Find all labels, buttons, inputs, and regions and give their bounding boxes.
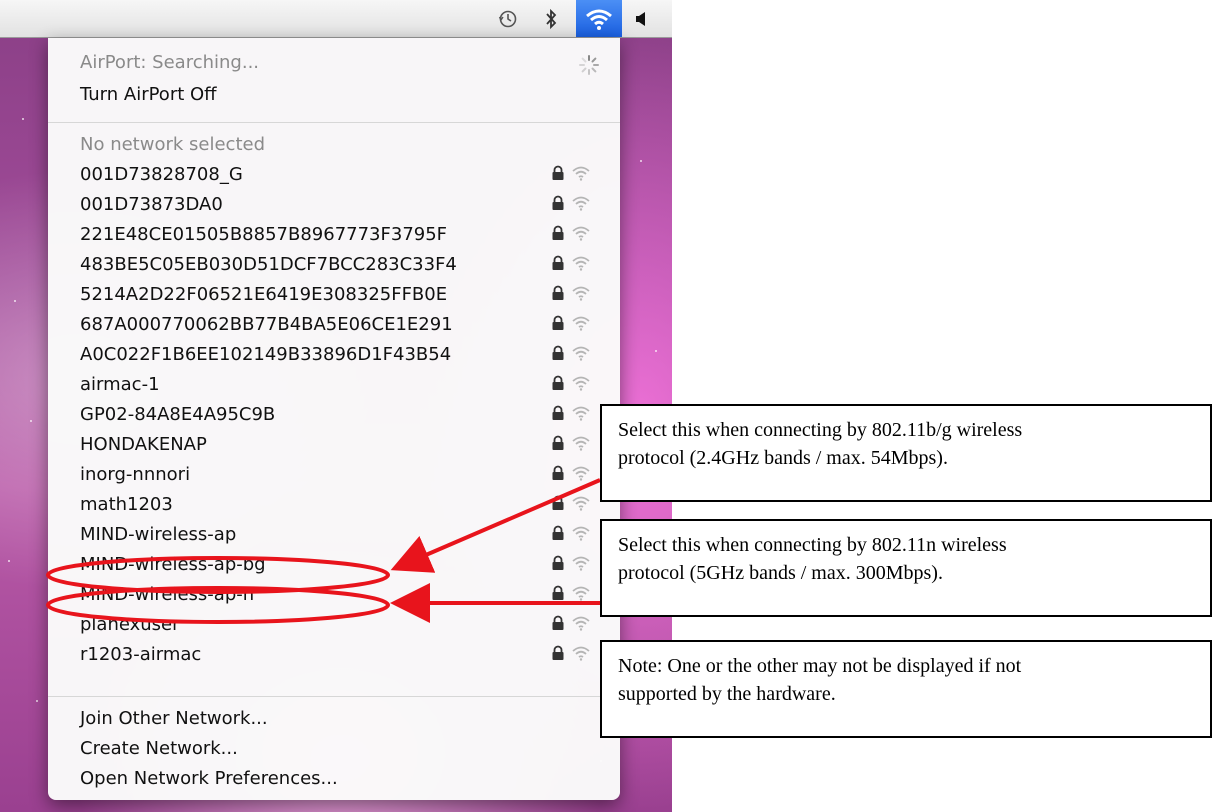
callout-n-line1: Select this when connecting by 802.11n w… (618, 534, 1007, 556)
network-item[interactable]: inorg-nnnori (80, 460, 190, 490)
airport-status: AirPort: Searching... (80, 52, 260, 73)
menu-separator (48, 696, 620, 697)
join-other-network-item[interactable]: Join Other Network... (80, 704, 268, 734)
turn-airport-off-item[interactable]: Turn AirPort Off (80, 80, 217, 110)
wifi-signal-icon (571, 645, 591, 666)
open-network-preferences-item[interactable]: Open Network Preferences... (80, 764, 338, 794)
lock-icon (551, 585, 565, 606)
wifi-signal-icon (571, 525, 591, 546)
lock-icon (551, 435, 565, 456)
create-network-item[interactable]: Create Network... (80, 734, 238, 764)
volume-icon[interactable] (628, 0, 654, 37)
network-item[interactable]: airmac-1 (80, 370, 160, 400)
network-item[interactable]: 687A000770062BB77B4BA5E06CE1E291 (80, 310, 453, 340)
network-item[interactable]: planexuser (80, 610, 180, 640)
lock-icon (551, 645, 565, 666)
network-item-icons-001d73873da0 (551, 190, 611, 220)
menu-bar (0, 0, 672, 38)
lock-icon (551, 285, 565, 306)
network-item[interactable]: 5214A2D22F06521E6419E308325FFB0E (80, 280, 447, 310)
no-network-selected: No network selected (80, 134, 266, 155)
wifi-signal-icon (571, 195, 591, 216)
network-item[interactable]: MIND-wireless-ap-n (80, 580, 254, 610)
bluetooth-icon[interactable] (540, 0, 562, 37)
callout-bg-line2: protocol (2.4GHz bands / max. 54Mbps). (618, 447, 948, 469)
spinner-icon (579, 55, 599, 75)
network-item[interactable]: 001D73828708_G (80, 160, 243, 190)
callout-n-protocol: Select this when connecting by 802.11n w… (600, 519, 1212, 617)
wifi-signal-icon (571, 375, 591, 396)
lock-icon (551, 405, 565, 426)
network-item[interactable]: 483BE5C05EB030D51DCF7BCC283C33F4 (80, 250, 457, 280)
wifi-signal-icon (571, 615, 591, 636)
callout-bg-line1: Select this when connecting by 802.11b/g… (618, 419, 1023, 441)
wifi-signal-icon (571, 225, 591, 246)
network-item[interactable]: 001D73873DA0 (80, 190, 223, 220)
lock-icon (551, 615, 565, 636)
wifi-signal-icon (571, 165, 591, 186)
network-item[interactable]: A0C022F1B6EE102149B33896D1F43B54 (80, 340, 451, 370)
wifi-signal-icon (571, 465, 591, 486)
wifi-signal-icon (571, 315, 591, 336)
wifi-signal-icon (571, 285, 591, 306)
wifi-signal-icon (571, 405, 591, 426)
lock-icon (551, 465, 565, 486)
airport-menu: AirPort: Searching... Turn AirPort Off N… (48, 38, 620, 800)
lock-icon (551, 375, 565, 396)
network-item[interactable]: HONDAKENAP (80, 430, 207, 460)
lock-icon (551, 525, 565, 546)
callout-note-line1: Note: One or the other may not be displa… (618, 655, 1022, 677)
wifi-signal-icon (571, 255, 591, 276)
wifi-signal-icon (571, 435, 591, 456)
wifi-signal-icon (571, 585, 591, 606)
network-item[interactable]: math1203 (80, 490, 173, 520)
network-item[interactable]: MIND-wireless-ap-bg (80, 550, 266, 580)
lock-icon (551, 555, 565, 576)
callout-n-line2: protocol (5GHz bands / max. 300Mbps). (618, 562, 943, 584)
network-item-icons-687a000770062bb77b4ba5e06ce1e291 (551, 310, 611, 340)
callout-note: Note: One or the other may not be displa… (600, 640, 1212, 738)
wifi-icon[interactable] (576, 0, 622, 37)
time-machine-icon[interactable] (494, 0, 522, 37)
lock-icon (551, 225, 565, 246)
callout-note-line2: supported by the hardware. (618, 683, 836, 705)
wifi-signal-icon (571, 345, 591, 366)
wifi-signal-icon (571, 495, 591, 516)
network-item[interactable]: 221E48CE01505B8857B8967773F3795F (80, 220, 447, 250)
network-item-icons-483be5c05eb030d51dcf7bcc283c33f4 (551, 250, 611, 280)
callout-bg-protocol: Select this when connecting by 802.11b/g… (600, 404, 1212, 502)
network-item-icons-airmac-1 (551, 370, 611, 400)
network-item[interactable]: r1203-airmac (80, 640, 201, 670)
menu-separator (48, 122, 620, 123)
lock-icon (551, 195, 565, 216)
lock-icon (551, 315, 565, 336)
network-item-icons-5214a2d22f06521e6419e308325ffb0e (551, 280, 611, 310)
lock-icon (551, 495, 565, 516)
network-item-icons-a0c022f1b6ee102149b33896d1f43b54 (551, 340, 611, 370)
network-item-icons-001d73828708-g (551, 160, 611, 190)
lock-icon (551, 345, 565, 366)
network-item[interactable]: GP02-84A8E4A95C9B (80, 400, 275, 430)
lock-icon (551, 165, 565, 186)
network-item[interactable]: MIND-wireless-ap (80, 520, 236, 550)
network-item-icons-221e48ce01505b8857b8967773f3795f (551, 220, 611, 250)
wifi-signal-icon (571, 555, 591, 576)
lock-icon (551, 255, 565, 276)
